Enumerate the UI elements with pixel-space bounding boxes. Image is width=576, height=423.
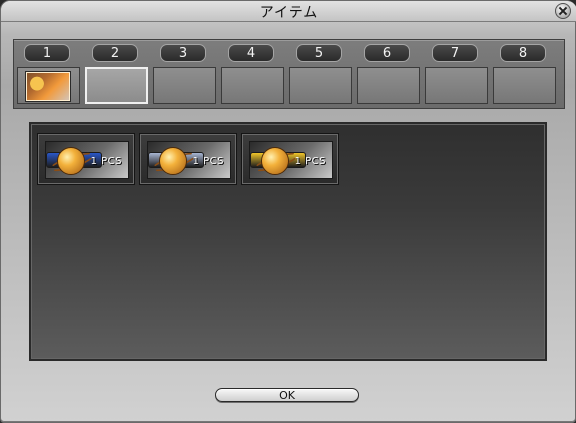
tab-slot-4[interactable]	[221, 67, 284, 104]
tab-4-label[interactable]: 4	[228, 44, 274, 62]
window-title: アイテム	[259, 5, 319, 21]
ringed-planet-icon	[57, 147, 85, 175]
close-icon[interactable]	[555, 3, 571, 19]
tab-1-label[interactable]: 1	[24, 44, 70, 62]
item-card: 1 PCS	[249, 141, 333, 179]
inventory-tabs: 1 2 3 4 5 6 7 8	[13, 39, 565, 109]
tab-5-label[interactable]: 5	[296, 44, 342, 62]
item-card: 1 PCS	[45, 141, 129, 179]
tab-slot-8[interactable]	[493, 67, 556, 104]
ringed-planet-icon	[159, 147, 187, 175]
tab-slot-7[interactable]	[425, 67, 488, 104]
item-window: アイテム 1 2 3 4 5 6 7 8 1 PCS 1 PCS 1 PCS O…	[0, 0, 576, 423]
ok-button[interactable]: OK	[215, 388, 359, 402]
item-slot-2[interactable]: 1 PCS	[139, 133, 237, 185]
tab-2-label[interactable]: 2	[92, 44, 138, 62]
item-slot-3[interactable]: 1 PCS	[241, 133, 339, 185]
tab-3-label[interactable]: 3	[160, 44, 206, 62]
item-card: 1 PCS	[147, 141, 231, 179]
tab-slot-1[interactable]	[17, 67, 80, 104]
window-titlebar: アイテム	[1, 1, 576, 22]
item-count: 1 PCS	[192, 156, 224, 167]
ringed-planet-icon	[261, 147, 289, 175]
tab-slot-6[interactable]	[357, 67, 420, 104]
tab-slot-3[interactable]	[153, 67, 216, 104]
tab-7-label[interactable]: 7	[432, 44, 478, 62]
item-count: 1 PCS	[294, 156, 326, 167]
tab-item-thumbnail-icon	[25, 71, 71, 102]
inventory-items-panel: 1 PCS 1 PCS 1 PCS	[29, 122, 547, 361]
tab-8-label[interactable]: 8	[500, 44, 546, 62]
item-count: 1 PCS	[90, 156, 122, 167]
tab-slot-5[interactable]	[289, 67, 352, 104]
item-slot-1[interactable]: 1 PCS	[37, 133, 135, 185]
tab-6-label[interactable]: 6	[364, 44, 410, 62]
tab-slot-2[interactable]	[85, 67, 148, 104]
